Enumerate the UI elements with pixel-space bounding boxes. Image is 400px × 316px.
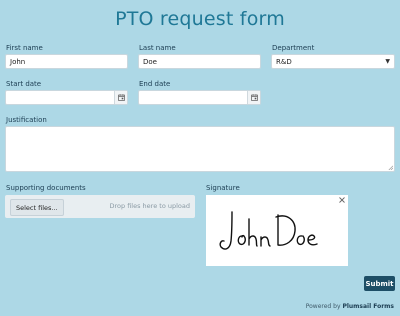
supporting-documents-label: Supporting documents (6, 184, 86, 192)
calendar-icon (117, 94, 125, 101)
file-upload-dropzone[interactable]: Select files... Drop files here to uploa… (5, 195, 195, 218)
first-name-value: John (10, 57, 26, 66)
calendar-icon (250, 94, 258, 101)
end-date-calendar-button[interactable] (247, 91, 260, 104)
end-date-field[interactable] (138, 90, 261, 105)
signature-label: Signature (206, 184, 240, 192)
powered-by-footer: Powered by Plumsail Forms (306, 303, 394, 310)
last-name-label: Last name (139, 44, 176, 52)
first-name-field[interactable]: John (5, 54, 128, 69)
last-name-value: Doe (143, 57, 157, 66)
justification-label: Justification (6, 116, 47, 124)
last-name-field[interactable]: Doe (138, 54, 261, 69)
department-label: Department (272, 44, 315, 52)
resize-grip-icon[interactable] (388, 165, 393, 170)
end-date-label: End date (139, 80, 171, 88)
page-title: PTO request form (115, 8, 285, 30)
start-date-field[interactable] (5, 90, 128, 105)
select-files-button[interactable]: Select files... (10, 199, 64, 216)
drop-files-hint: Drop files here to upload (109, 202, 191, 210)
close-icon[interactable] (339, 197, 345, 203)
first-name-label: First name (6, 44, 43, 52)
justification-textarea[interactable] (5, 126, 395, 172)
department-select[interactable]: R&D ▼ (271, 54, 395, 69)
start-date-calendar-button[interactable] (114, 91, 127, 104)
signature-pad[interactable] (206, 195, 348, 266)
footer-prefix: Powered by (305, 303, 341, 310)
signature-drawing (219, 211, 318, 250)
chevron-down-icon: ▼ (385, 58, 390, 65)
footer-brand-link[interactable]: Plumsail Forms (342, 303, 394, 310)
department-value: R&D (276, 57, 292, 66)
start-date-label: Start date (6, 80, 42, 88)
submit-button[interactable]: Submit (364, 276, 395, 291)
